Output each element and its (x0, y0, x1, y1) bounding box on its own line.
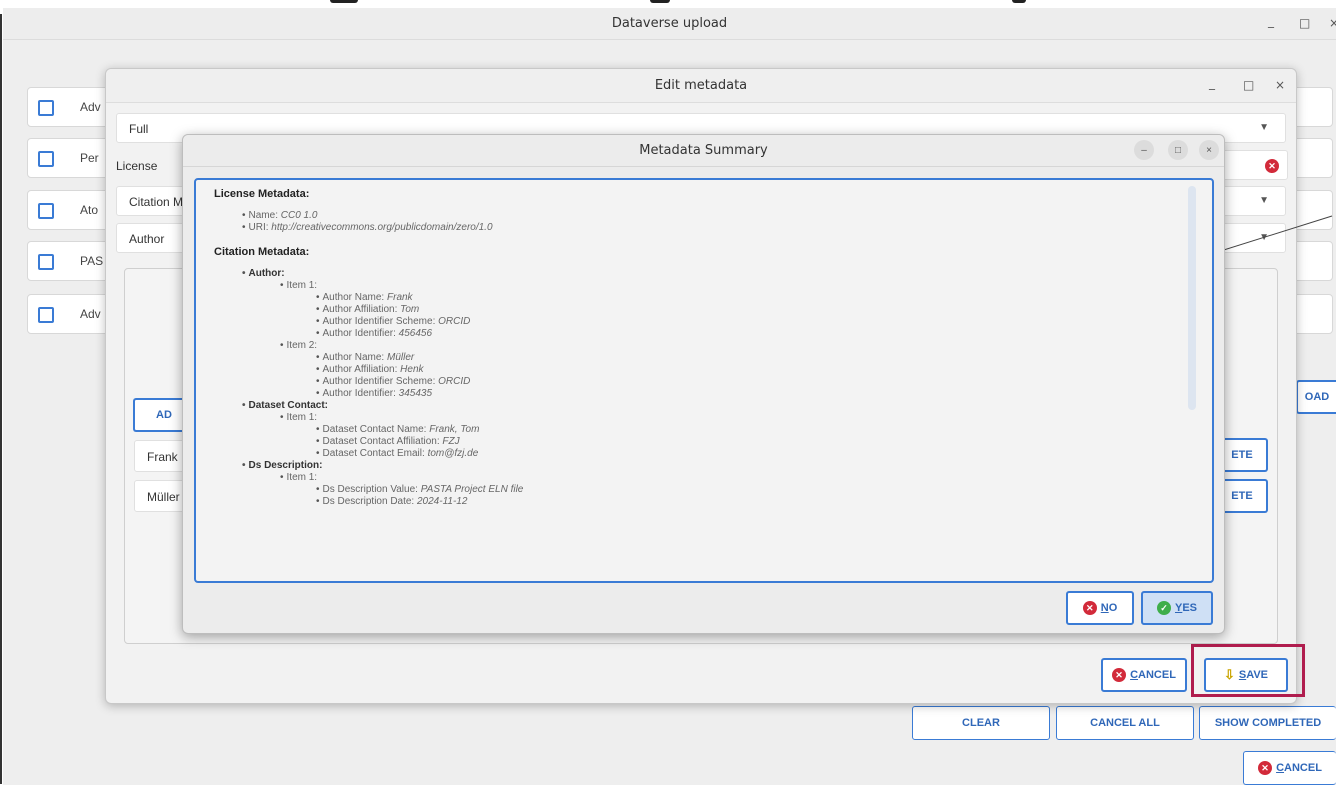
yes-button[interactable]: ✓ Y ES (1141, 591, 1213, 625)
license-name-line: Name: CC0 1.0 (242, 210, 1182, 222)
yes-label: ES (1182, 602, 1198, 614)
no-label: O (1108, 602, 1118, 614)
author-identifier-line: Author Identifier: 345435 (316, 388, 1182, 400)
metadata-summary-titlebar: Metadata Summary – □ × (183, 135, 1224, 167)
license-uri-line: URI: http://creativecommons.org/publicdo… (242, 222, 1182, 234)
citation-metadata-heading: Citation Metadata: (214, 246, 310, 258)
author-name-line: Author Name: Müller (316, 352, 1182, 364)
description-item-label: Item 1: (280, 472, 1182, 484)
author-affiliation-line: Author Affiliation: Tom (316, 304, 1182, 316)
author-item-label: Item 2: (280, 340, 1182, 352)
contact-name-line: Dataset Contact Name: Frank, Tom (316, 424, 1182, 436)
author-scheme-line: Author Identifier Scheme: ORCID (316, 316, 1182, 328)
check-icon: ✓ (1156, 601, 1171, 615)
summary-scrollbar[interactable] (1188, 186, 1196, 410)
close-button[interactable]: × (1199, 140, 1219, 160)
maximize-button[interactable]: □ (1168, 140, 1188, 160)
author-identifier-line: Author Identifier: 456456 (316, 328, 1182, 340)
yes-mnemonic: Y (1174, 602, 1183, 614)
dataset-contact-heading: Dataset Contact: (242, 400, 1182, 412)
no-icon: ✕ (1082, 601, 1097, 615)
description-value-line: Ds Description Value: PASTA Project ELN … (316, 484, 1182, 496)
contact-item-label: Item 1: (280, 412, 1182, 424)
description-date-line: Ds Description Date: 2024-11-12 (316, 496, 1182, 508)
author-scheme-line: Author Identifier Scheme: ORCID (316, 376, 1182, 388)
metadata-summary-title: Metadata Summary (639, 143, 768, 158)
summary-text: License Metadata: Name: CC0 1.0 URI: htt… (214, 188, 1182, 508)
author-affiliation-line: Author Affiliation: Henk (316, 364, 1182, 376)
no-button[interactable]: ✕ NO (1066, 591, 1134, 625)
no-mnemonic: N (1100, 602, 1109, 614)
ds-description-heading: Ds Description: (242, 460, 1182, 472)
minimize-button[interactable]: – (1134, 140, 1154, 160)
license-metadata-heading: License Metadata: (214, 188, 310, 200)
contact-affiliation-line: Dataset Contact Affiliation: FZJ (316, 436, 1182, 448)
author-name-line: Author Name: Frank (316, 292, 1182, 304)
author-item-label: Item 1: (280, 280, 1182, 292)
summary-content-area[interactable]: License Metadata: Name: CC0 1.0 URI: htt… (194, 178, 1214, 583)
contact-email-line: Dataset Contact Email: tom@fzj.de (316, 448, 1182, 460)
author-heading: Author: (242, 268, 1182, 280)
